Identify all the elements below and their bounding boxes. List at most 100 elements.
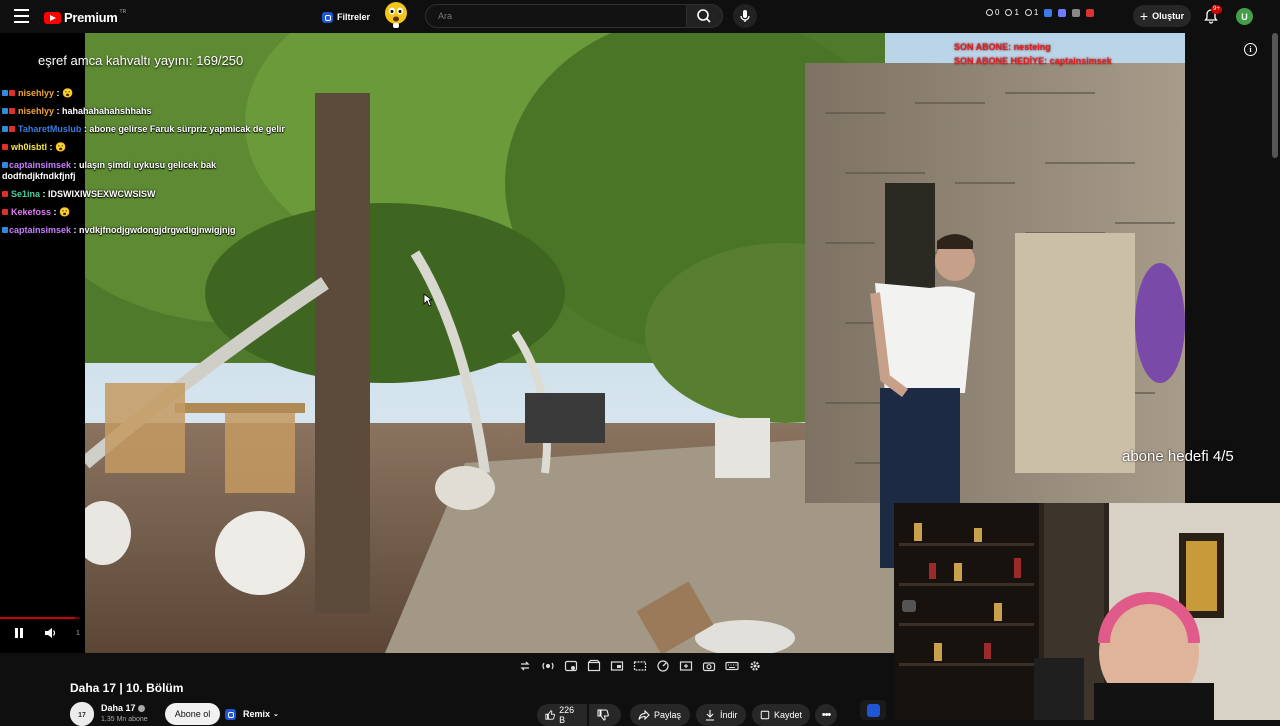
playback-settings-icon[interactable] xyxy=(562,658,579,674)
alert-icon[interactable] xyxy=(1086,8,1095,17)
ticker-line: SON ABONE: nesteing xyxy=(954,42,1051,52)
status-counter-2[interactable]: 1 xyxy=(1005,8,1019,17)
eye-icon xyxy=(1024,9,1032,16)
plus-icon: + xyxy=(1139,8,1149,24)
loop-icon[interactable] xyxy=(516,658,533,674)
chat-username: wh0isbtl xyxy=(11,142,48,152)
ring-icon xyxy=(1005,9,1013,16)
search-icon xyxy=(697,9,711,23)
chevron-down-icon: ⌄ xyxy=(273,711,279,718)
masthead: Premium TR Filtreler 0 1 1 + Oluştur 9+ … xyxy=(0,0,1280,33)
account-avatar[interactable]: U xyxy=(1236,8,1253,25)
more-actions-icon[interactable]: ••• xyxy=(815,704,837,726)
trophy-icon[interactable] xyxy=(1072,8,1081,17)
chat-message: wh0isbtl : 😮 xyxy=(2,142,292,153)
chat-message: Kekefoss : 😮 xyxy=(2,207,292,218)
emoji-face-icon[interactable] xyxy=(384,1,408,29)
list-icon[interactable] xyxy=(1058,8,1067,17)
download-label: İndir xyxy=(720,710,738,720)
chat-text: : 😮 xyxy=(51,207,71,217)
search-button[interactable] xyxy=(686,4,723,28)
speed-icon[interactable] xyxy=(654,658,671,674)
badge-icon xyxy=(2,126,8,132)
badge-icon xyxy=(2,191,8,197)
filters-button[interactable]: Filtreler xyxy=(322,7,370,27)
chat-message: TaharetMuslub : abone gelirse Faruk sürp… xyxy=(2,124,292,135)
chat-overlay: nisehlyy : 😮 nisehlyy : hahahahahahshhah… xyxy=(2,88,292,243)
badge-icon xyxy=(2,162,8,168)
settings-gear-icon[interactable] xyxy=(746,658,763,674)
chat-username: Se1ina xyxy=(11,189,41,199)
badge-icon xyxy=(2,90,8,96)
chat-username: TaharetMuslub xyxy=(18,124,82,134)
subtitles-icon[interactable] xyxy=(631,658,648,674)
info-icon[interactable]: i xyxy=(1244,43,1257,56)
page-scrollbar[interactable] xyxy=(1272,33,1278,158)
mouse-cursor-icon xyxy=(423,293,433,307)
ticker-line: SON ABONE HEDİYE: captainsimsek xyxy=(954,56,1112,66)
menu-icon[interactable] xyxy=(14,9,29,23)
thumbs-down-icon xyxy=(597,709,609,721)
badge-icon xyxy=(2,227,8,233)
save-playlist-icon xyxy=(760,710,770,720)
chat-text: : abone gelirse Faruk sürpriz yapmicak d… xyxy=(81,124,285,134)
remix-label: Remix xyxy=(243,709,271,719)
verified-icon xyxy=(138,705,146,713)
badge-icon xyxy=(2,144,8,150)
status-counter-3[interactable]: 1 xyxy=(1024,8,1038,17)
channel-avatar[interactable]: 17 xyxy=(70,702,94,726)
remix-button[interactable]: Remix ⌄ xyxy=(225,704,279,724)
create-button[interactable]: + Oluştur xyxy=(1133,5,1191,27)
channel-name[interactable]: Daha 17 xyxy=(101,703,146,713)
chat-username: nisehlyy xyxy=(18,88,55,98)
extension-toolbar xyxy=(516,658,763,674)
chat-text: : nvdkjfnodjgwdongjdrgwdigjnwigjnjg xyxy=(71,225,236,235)
search-box xyxy=(425,4,687,28)
webcam-scene xyxy=(894,503,1280,720)
audio-icon[interactable] xyxy=(539,658,556,674)
dislike-button[interactable] xyxy=(589,704,621,726)
chat-username: captainsimsek xyxy=(9,225,72,235)
download-icon xyxy=(706,710,714,721)
remix-icon xyxy=(225,708,236,720)
subscribe-button[interactable]: Abone ol xyxy=(165,703,220,725)
like-button[interactable]: 226 B xyxy=(537,704,587,726)
share-label: Paylaş xyxy=(654,710,682,720)
youtube-premium-logo[interactable]: Premium TR xyxy=(44,9,126,25)
pause-icon[interactable] xyxy=(12,626,26,640)
chat-message: nisehlyy : 😮 xyxy=(2,88,292,99)
video-title: Daha 17 | 10. Bölüm xyxy=(70,681,184,695)
badge-icon xyxy=(2,209,8,215)
save-button[interactable]: Kaydet xyxy=(752,704,810,726)
chat-message: Se1ina : IDSWIXIWSEXWCWSISW xyxy=(2,189,292,200)
share-button[interactable]: Paylaş xyxy=(630,704,690,726)
clip-icon[interactable] xyxy=(585,658,602,674)
badge-icon xyxy=(9,90,15,96)
progress-fill xyxy=(0,617,75,619)
progress-bar[interactable] xyxy=(0,617,80,619)
extension-corner-button[interactable] xyxy=(860,700,886,720)
keyboard-icon[interactable] xyxy=(723,658,740,674)
time-display: 1 xyxy=(76,630,80,637)
chat-text: : IDSWIXIWSEXWCWSISW xyxy=(40,189,156,199)
screenshot-icon[interactable] xyxy=(700,658,717,674)
chat-text: : hahahahahahshhahs xyxy=(54,106,152,116)
extension-icon xyxy=(866,703,880,717)
subscriber-ticker: SON ABONE: nesteing SON ABONE HEDİYE: ca… xyxy=(954,40,1112,68)
save-label: Kaydet xyxy=(773,710,802,720)
chat-message: captainsimsek : ulaşın şimdi uykusu geli… xyxy=(2,160,292,182)
share-icon xyxy=(638,709,650,721)
volume-icon[interactable] xyxy=(43,626,57,640)
badge-icon xyxy=(9,126,15,132)
extension-blue-icon[interactable] xyxy=(1044,8,1053,17)
download-button[interactable]: İndir xyxy=(696,704,746,726)
search-input[interactable] xyxy=(436,10,670,22)
like-count: 226 B xyxy=(559,705,575,725)
chat-username: captainsimsek xyxy=(9,160,72,170)
theater-mode-icon[interactable] xyxy=(608,658,625,674)
notification-count-badge: 9+ xyxy=(1211,5,1222,14)
add-to-queue-icon[interactable] xyxy=(677,658,694,674)
status-counter-1[interactable]: 0 xyxy=(986,8,999,17)
voice-search-button[interactable] xyxy=(733,4,757,28)
chat-username: Kekefoss xyxy=(11,207,52,217)
